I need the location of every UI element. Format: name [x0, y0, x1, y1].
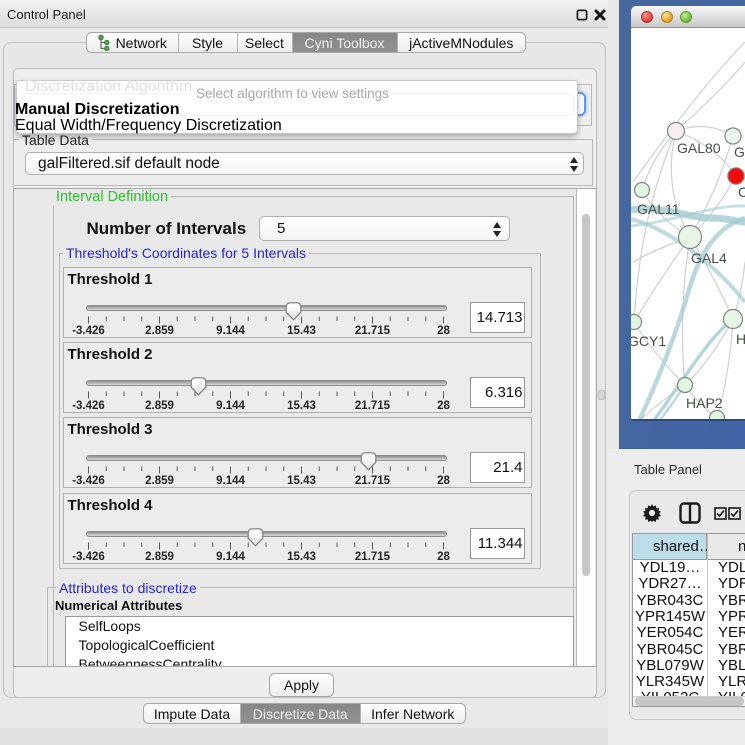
svg-text:GAL11: GAL11: [637, 201, 680, 217]
svg-text:GAL4: GAL4: [691, 250, 727, 266]
svg-text:GA: GA: [734, 144, 745, 160]
svg-text:GCY1: GCY1: [631, 333, 666, 349]
svg-text:HAP2: HAP2: [686, 395, 723, 411]
svg-text:H: H: [736, 331, 745, 347]
svg-text:C: C: [738, 184, 745, 200]
svg-text:GAL80: GAL80: [677, 140, 721, 156]
